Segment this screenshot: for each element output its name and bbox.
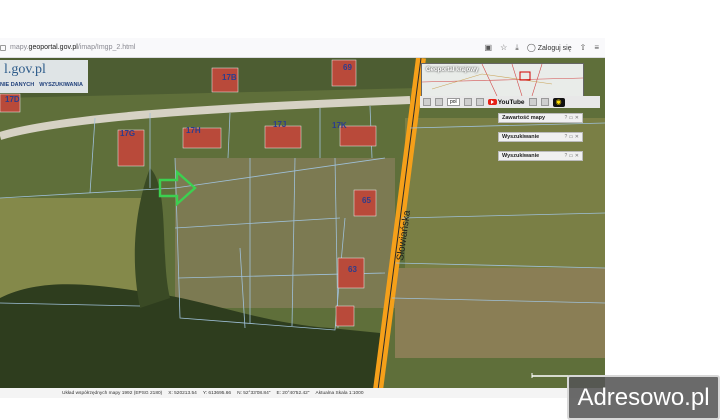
url-text[interactable]: mapy.geoportal.gov.pl/imap/Imgp_2.html xyxy=(10,44,135,51)
coord-e: E: 20°40'52.42" xyxy=(276,390,310,396)
eye-icon[interactable]: ◉ xyxy=(552,97,565,107)
panel-controls[interactable]: ? ▭ ✕ xyxy=(565,114,579,123)
account-icon: ◯ xyxy=(526,43,536,52)
globe-icon[interactable] xyxy=(475,98,484,106)
house-label-17g: 17G xyxy=(120,129,135,138)
house-label-17k: 17K xyxy=(332,121,347,130)
measure-icon[interactable] xyxy=(463,98,472,106)
login-button[interactable]: ◯ Zaloguj się xyxy=(527,44,572,52)
youtube-icon xyxy=(487,99,497,105)
coordinates-status-bar: Układ współrzędnych mapy 1992 (EPSG 2180… xyxy=(0,388,605,398)
map-scale: Aktualna Skala 1:1000 xyxy=(315,390,364,396)
settings-icon[interactable] xyxy=(540,98,549,106)
panel-map-content[interactable]: Zawartość mapy ? ▭ ✕ xyxy=(498,113,583,123)
panel-controls[interactable]: ? ▭ ✕ xyxy=(565,133,579,142)
bookmark-star-icon[interactable]: ☆ xyxy=(500,44,507,52)
minimap-title: Geoportal krajowy xyxy=(426,67,479,73)
panel-controls[interactable]: ? ▭ ✕ xyxy=(565,152,579,161)
panel-title: Wyszukiwanie xyxy=(502,153,540,159)
map-toolbar: pol YouTube ◉ xyxy=(420,96,600,108)
panel-search-2[interactable]: Wyszukiwanie ? ▭ ✕ xyxy=(498,151,583,161)
overview-minimap[interactable]: Geoportal krajowy xyxy=(421,63,584,97)
coord-n: N: 52°33'08.84" xyxy=(237,390,271,396)
panel-title: Wyszukiwanie xyxy=(502,134,540,140)
menu-item-search[interactable]: WYSZUKIWANIA xyxy=(39,82,83,88)
menu-icon[interactable]: ≡ xyxy=(594,44,599,52)
coord-system: Układ współrzędnych mapy 1992 (EPSG 2180… xyxy=(62,390,163,396)
reader-view-icon[interactable]: ▣ xyxy=(485,44,493,52)
share-icon[interactable]: ⇧ xyxy=(580,44,587,52)
house-label-17h: 17H xyxy=(186,126,201,135)
panel-search-1[interactable]: Wyszukiwanie ? ▭ ✕ xyxy=(498,132,583,142)
house-label-17j: 17J xyxy=(273,120,286,129)
house-label-63: 63 xyxy=(348,265,357,274)
help-icon[interactable] xyxy=(528,98,537,106)
menu-item-data[interactable]: NIE DANYCH xyxy=(0,82,34,88)
house-label-17b: 17B xyxy=(222,73,237,82)
house-label-65: 65 xyxy=(362,196,371,205)
geoportal-logo[interactable]: l.gov.pl xyxy=(4,62,46,78)
youtube-button[interactable]: YouTube xyxy=(487,99,525,106)
adresowo-watermark: Adresowo.pl xyxy=(567,375,720,420)
top-menu: NIE DANYCH WYSZUKIWANIA xyxy=(0,82,83,88)
coord-x: X: 520213.54 xyxy=(168,390,197,396)
coord-y: Y: 613695.66 xyxy=(202,390,232,396)
download-icon[interactable]: ⤓ xyxy=(515,44,519,52)
geoportal-logo-box[interactable]: l.gov.pl NIE DANYCH WYSZUKIWANIA xyxy=(0,60,88,93)
house-label-69: 69 xyxy=(343,63,352,72)
print-icon[interactable] xyxy=(423,98,431,106)
language-select[interactable]: pol xyxy=(447,98,460,106)
layers-icon[interactable] xyxy=(435,98,443,106)
panel-title: Zawartość mapy xyxy=(502,115,546,121)
lock-icon xyxy=(0,44,6,51)
address-bar[interactable]: mapy.geoportal.gov.pl/imap/Imgp_2.html ▣… xyxy=(0,38,605,58)
house-label-17d: 17D xyxy=(5,95,20,104)
field-east-lower xyxy=(395,268,605,358)
